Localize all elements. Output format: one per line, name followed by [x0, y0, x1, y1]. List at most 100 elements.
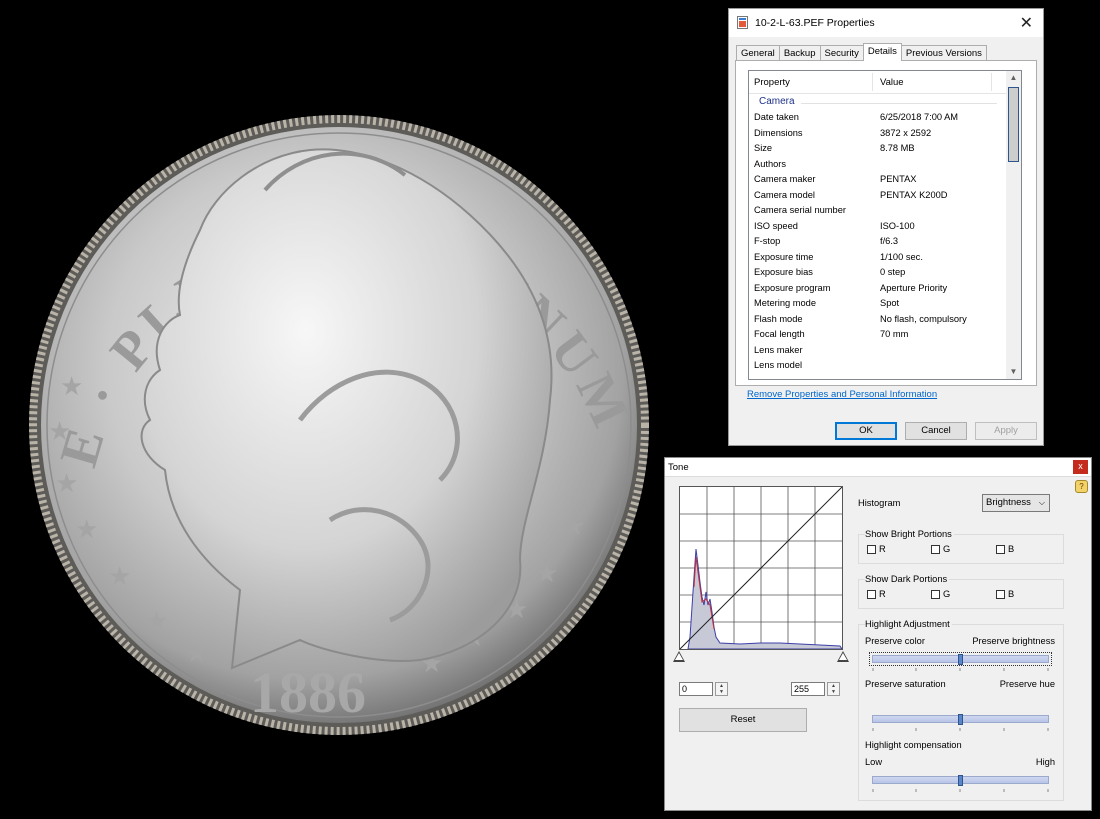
property-value: PENTAX K200D	[880, 189, 948, 200]
column-value[interactable]: Value	[880, 77, 904, 88]
dark-r-checkbox[interactable]	[867, 590, 876, 599]
property-value: Spot	[880, 298, 900, 308]
compensation-thumb[interactable]	[958, 775, 963, 786]
list-item[interactable]: Camera maker PENTAX	[754, 173, 1006, 189]
tab-previous-versions[interactable]: Previous Versions	[900, 45, 987, 61]
column-property[interactable]: Property	[754, 77, 790, 88]
list-item[interactable]: Lens maker	[754, 344, 1006, 360]
preserve-brightness-label: Preserve brightness	[972, 636, 1055, 646]
dark-g-checkbox[interactable]	[931, 590, 940, 599]
scroll-up-icon[interactable]: ▲	[1006, 71, 1021, 85]
histogram-chart	[680, 487, 842, 649]
bright-b-checkbox[interactable]	[996, 545, 1005, 554]
histogram-label: Histogram	[858, 498, 901, 508]
list-item[interactable]: Date taken 6/25/2018 7:00 AM	[754, 111, 1006, 127]
list-item[interactable]: Exposure time 1/100 sec.	[754, 251, 1006, 267]
properties-titlebar[interactable]: 10-2-L-63.PEF Properties ✕	[729, 9, 1043, 37]
property-value: ISO-100	[880, 220, 915, 231]
list-item[interactable]: Camera model PENTAX K200D	[754, 189, 1006, 205]
slider-ticks	[872, 728, 1049, 731]
property-value: PENTAX	[880, 174, 917, 184]
property-value: Aperture Priority	[880, 282, 948, 293]
preserve-hue-label: Preserve hue	[999, 679, 1055, 689]
vertical-scrollbar[interactable]: ▲ ▼	[1006, 71, 1021, 379]
svg-text:★: ★	[535, 558, 558, 588]
scroll-down-icon[interactable]: ▼	[1006, 365, 1021, 379]
file-icon	[737, 16, 748, 29]
property-value: 8.78 MB	[880, 143, 915, 153]
apply-button[interactable]: Apply	[975, 422, 1037, 440]
property-value: 1/100 sec.	[880, 251, 923, 262]
list-item[interactable]: Dimensions 3872 x 2592	[754, 127, 1006, 143]
coin-year: 1886	[250, 660, 366, 725]
property-value: 70 mm	[880, 329, 909, 339]
property-name: Metering mode	[754, 298, 817, 308]
list-item[interactable]: Focal length 70 mm	[754, 328, 1006, 344]
black-point-handle[interactable]	[673, 651, 685, 662]
property-value: 6/25/2018 7:00 AM	[880, 112, 959, 122]
cancel-button[interactable]: Cancel	[905, 422, 967, 440]
list-item[interactable]: Metering mode Spot	[754, 297, 1006, 313]
property-value: 3872 x 2592	[880, 127, 932, 138]
help-icon[interactable]: ?	[1075, 480, 1088, 493]
list-item[interactable]: Size 8.78 MB	[754, 142, 1006, 158]
properties-tabs: General Backup Security Details Previous…	[736, 43, 987, 61]
group-divider	[801, 103, 997, 104]
histogram-select[interactable]: Brightness ⌵	[982, 494, 1050, 512]
list-item[interactable]: Authors	[754, 158, 1006, 174]
ok-button[interactable]: OK	[835, 422, 897, 440]
bright-g-checkbox[interactable]	[931, 545, 940, 554]
dark-g-label: G	[943, 589, 951, 599]
column-divider[interactable]	[872, 73, 873, 91]
input-high-stepper[interactable]: ▲ ▼	[827, 682, 840, 696]
svg-text:★: ★	[562, 511, 585, 541]
bright-r-checkbox[interactable]	[867, 545, 876, 554]
list-item[interactable]: Lens model	[754, 359, 1006, 375]
property-name: Dimensions	[754, 127, 803, 138]
bright-portions-title: Show Bright Portions	[865, 529, 954, 539]
reset-button[interactable]: Reset	[679, 708, 807, 732]
list-item[interactable]: Exposure bias 0 step	[754, 266, 1006, 282]
tab-backup[interactable]: Backup	[778, 45, 821, 61]
list-item[interactable]: Exposure program Aperture Priority	[754, 282, 1006, 298]
list-item[interactable]: Camera serial number	[754, 204, 1006, 220]
input-low-field[interactable]: 0	[679, 682, 713, 696]
dark-b-checkbox[interactable]	[996, 590, 1005, 599]
tone-titlebar[interactable]: Tone x	[665, 458, 1091, 477]
property-value: No flash, compulsory	[880, 313, 967, 324]
input-low-stepper[interactable]: ▲ ▼	[715, 682, 728, 696]
properties-dialog: 10-2-L-63.PEF Properties ✕ General Backu…	[728, 8, 1044, 446]
color-brightness-thumb[interactable]	[958, 654, 963, 665]
list-header: Property Value	[749, 71, 1007, 94]
property-value: f/6.3	[880, 236, 899, 246]
remove-properties-link[interactable]: Remove Properties and Personal Informati…	[747, 389, 937, 400]
tab-details[interactable]: Details	[862, 43, 902, 61]
tab-security[interactable]: Security	[819, 45, 864, 61]
saturation-hue-thumb[interactable]	[958, 714, 963, 725]
svg-text:★: ★	[48, 416, 71, 446]
list-item[interactable]: ISO speed ISO-100	[754, 220, 1006, 236]
property-name: Lens maker	[754, 344, 803, 355]
column-divider[interactable]	[991, 73, 992, 91]
list-item[interactable]: F-stop f/6.3	[754, 235, 1006, 251]
input-high-field[interactable]: 255	[791, 682, 825, 696]
tab-general[interactable]: General	[736, 45, 780, 61]
property-name: Flash mode	[754, 313, 803, 324]
high-label: High	[1035, 757, 1055, 767]
scroll-thumb[interactable]	[1008, 87, 1019, 162]
close-icon[interactable]: ✕	[1020, 13, 1033, 33]
property-value: 0 step	[880, 267, 906, 277]
properties-title: 10-2-L-63.PEF Properties	[755, 17, 875, 29]
details-panel: Property Value Camera Date taken 6/25/201…	[735, 60, 1037, 386]
list-item[interactable]: Flash mode No flash, compulsory	[754, 313, 1006, 329]
low-label: Low	[865, 757, 883, 767]
details-list[interactable]: Property Value Camera Date taken 6/25/201…	[748, 70, 1022, 380]
property-name: Size	[754, 143, 773, 153]
tone-title: Tone	[668, 462, 689, 473]
svg-text:★: ★	[60, 371, 83, 401]
property-name: Exposure program	[754, 282, 831, 293]
chevron-down-icon: ⌵	[1038, 498, 1045, 507]
close-button[interactable]: x	[1073, 460, 1088, 474]
tone-curve-graph[interactable]	[679, 486, 843, 650]
white-point-handle[interactable]	[837, 651, 849, 662]
